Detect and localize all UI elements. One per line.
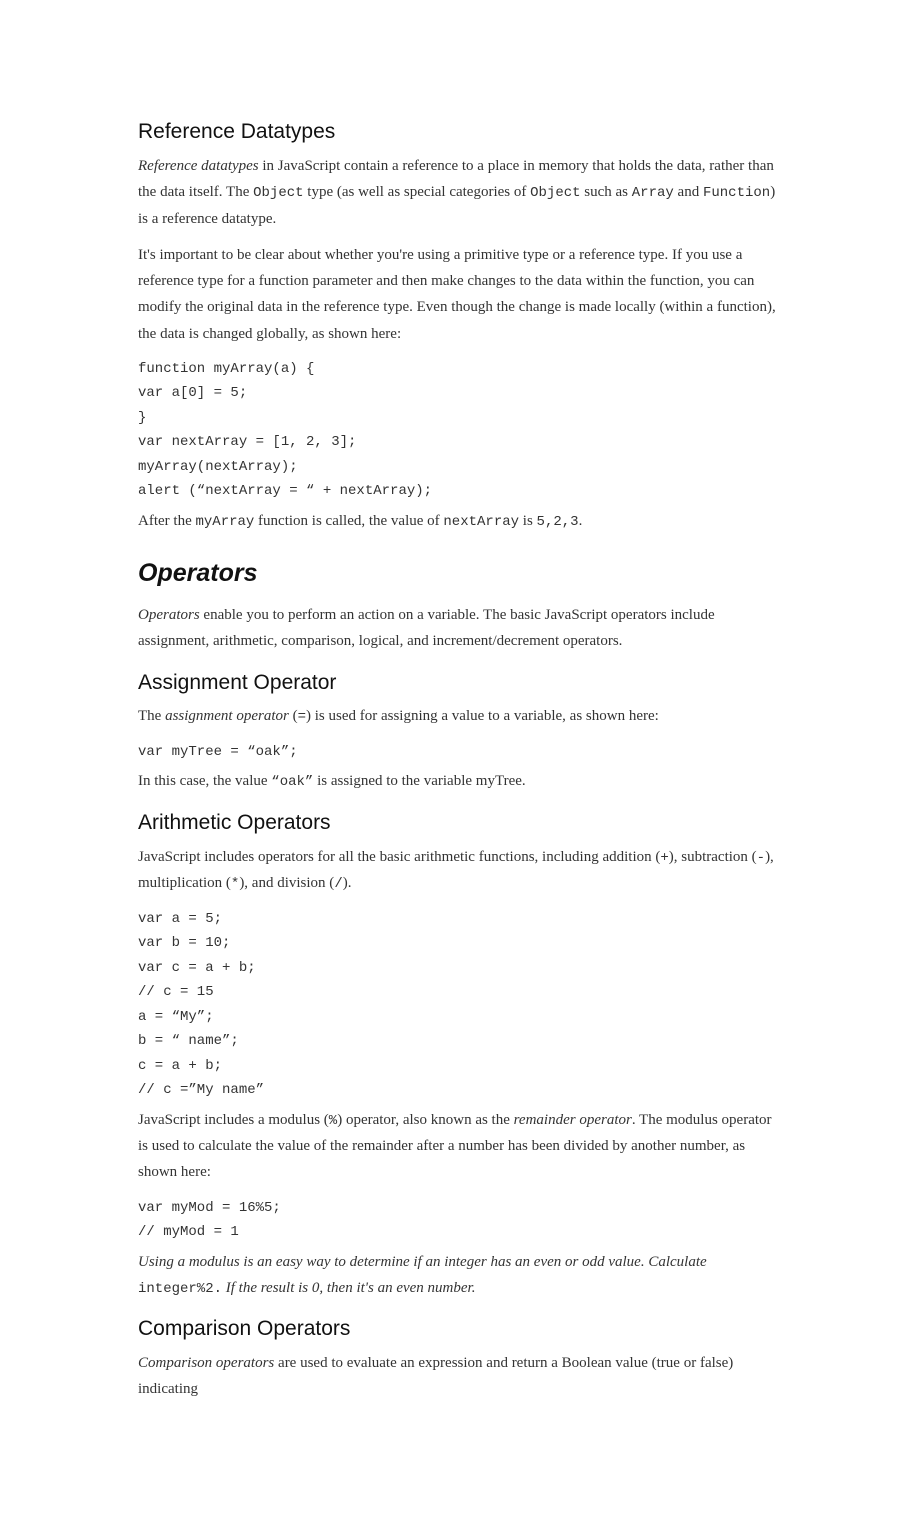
code-inline: Object [530, 185, 580, 201]
paragraph: The assignment operator (=) is used for … [138, 703, 782, 730]
text: JavaScript includes a modulus ( [138, 1112, 329, 1128]
text: ), subtraction ( [669, 849, 757, 865]
code-inline: / [334, 876, 342, 892]
text-italic: Using a modulus is an easy way to determ… [138, 1254, 707, 1270]
code-inline: - [757, 850, 765, 866]
code-inline: Function [703, 185, 770, 201]
text-italic: Reference datatypes [138, 158, 259, 174]
code-inline: Array [632, 185, 674, 201]
text-italic: assignment operator [165, 708, 289, 724]
text-italic: Comparison operators [138, 1355, 274, 1371]
text-italic: Operators [138, 607, 200, 623]
text: ) is used for assigning a value to a var… [306, 708, 659, 724]
paragraph: After the myArray function is called, th… [138, 508, 782, 535]
text: enable you to perform an action on a var… [138, 607, 715, 649]
paragraph: Comparison operators are used to evaluat… [138, 1350, 782, 1403]
paragraph: Operators enable you to perform an actio… [138, 602, 782, 655]
code-inline: myArray [195, 514, 254, 530]
code-inline: “oak” [271, 774, 313, 790]
code-block: var myTree = “oak”; [138, 740, 782, 765]
text: ( [289, 708, 298, 724]
heading-comparison-operators: Comparison Operators [138, 1311, 782, 1348]
text: ) operator, also known as the [337, 1112, 513, 1128]
text-italic: remainder operator [514, 1112, 632, 1128]
paragraph: It's important to be clear about whether… [138, 242, 782, 347]
text: In this case, the value [138, 773, 271, 789]
heading-reference-datatypes: Reference Datatypes [138, 114, 782, 151]
code-inline: % [329, 1113, 337, 1129]
text: type (as well as special categories of [304, 184, 531, 200]
code-inline: integer%2. [138, 1281, 222, 1297]
text: is assigned to the variable myTree. [313, 773, 525, 789]
paragraph: JavaScript includes operators for all th… [138, 844, 782, 897]
paragraph: In this case, the value “oak” is assigne… [138, 768, 782, 795]
heading-assignment-operator: Assignment Operator [138, 665, 782, 702]
code-inline: Object [253, 185, 303, 201]
text: function is called, the value of [254, 513, 443, 529]
text: is [519, 513, 537, 529]
text: JavaScript includes operators for all th… [138, 849, 660, 865]
text: After the [138, 513, 195, 529]
text: ). [343, 875, 352, 891]
paragraph: JavaScript includes a modulus (%) operat… [138, 1107, 782, 1186]
code-inline: nextArray [443, 514, 519, 530]
code-block: function myArray(a) { var a[0] = 5; } va… [138, 357, 782, 504]
text: ), and division ( [239, 875, 334, 891]
text: . [579, 513, 583, 529]
code-block: var a = 5; var b = 10; var c = a + b; //… [138, 907, 782, 1103]
text: The [138, 708, 165, 724]
text-italic: If the result is 0, then it's an even nu… [222, 1280, 475, 1296]
code-inline: 5,2,3 [537, 514, 579, 530]
code-inline: = [298, 709, 306, 725]
heading-operators: Operators [138, 552, 782, 596]
code-block: var myMod = 16%5; // myMod = 1 [138, 1196, 782, 1245]
text: such as [581, 184, 632, 200]
text: and [674, 184, 703, 200]
paragraph: Reference datatypes in JavaScript contai… [138, 153, 782, 232]
heading-arithmetic-operators: Arithmetic Operators [138, 805, 782, 842]
code-inline: + [660, 850, 668, 866]
paragraph-note: Using a modulus is an easy way to determ… [138, 1249, 782, 1302]
